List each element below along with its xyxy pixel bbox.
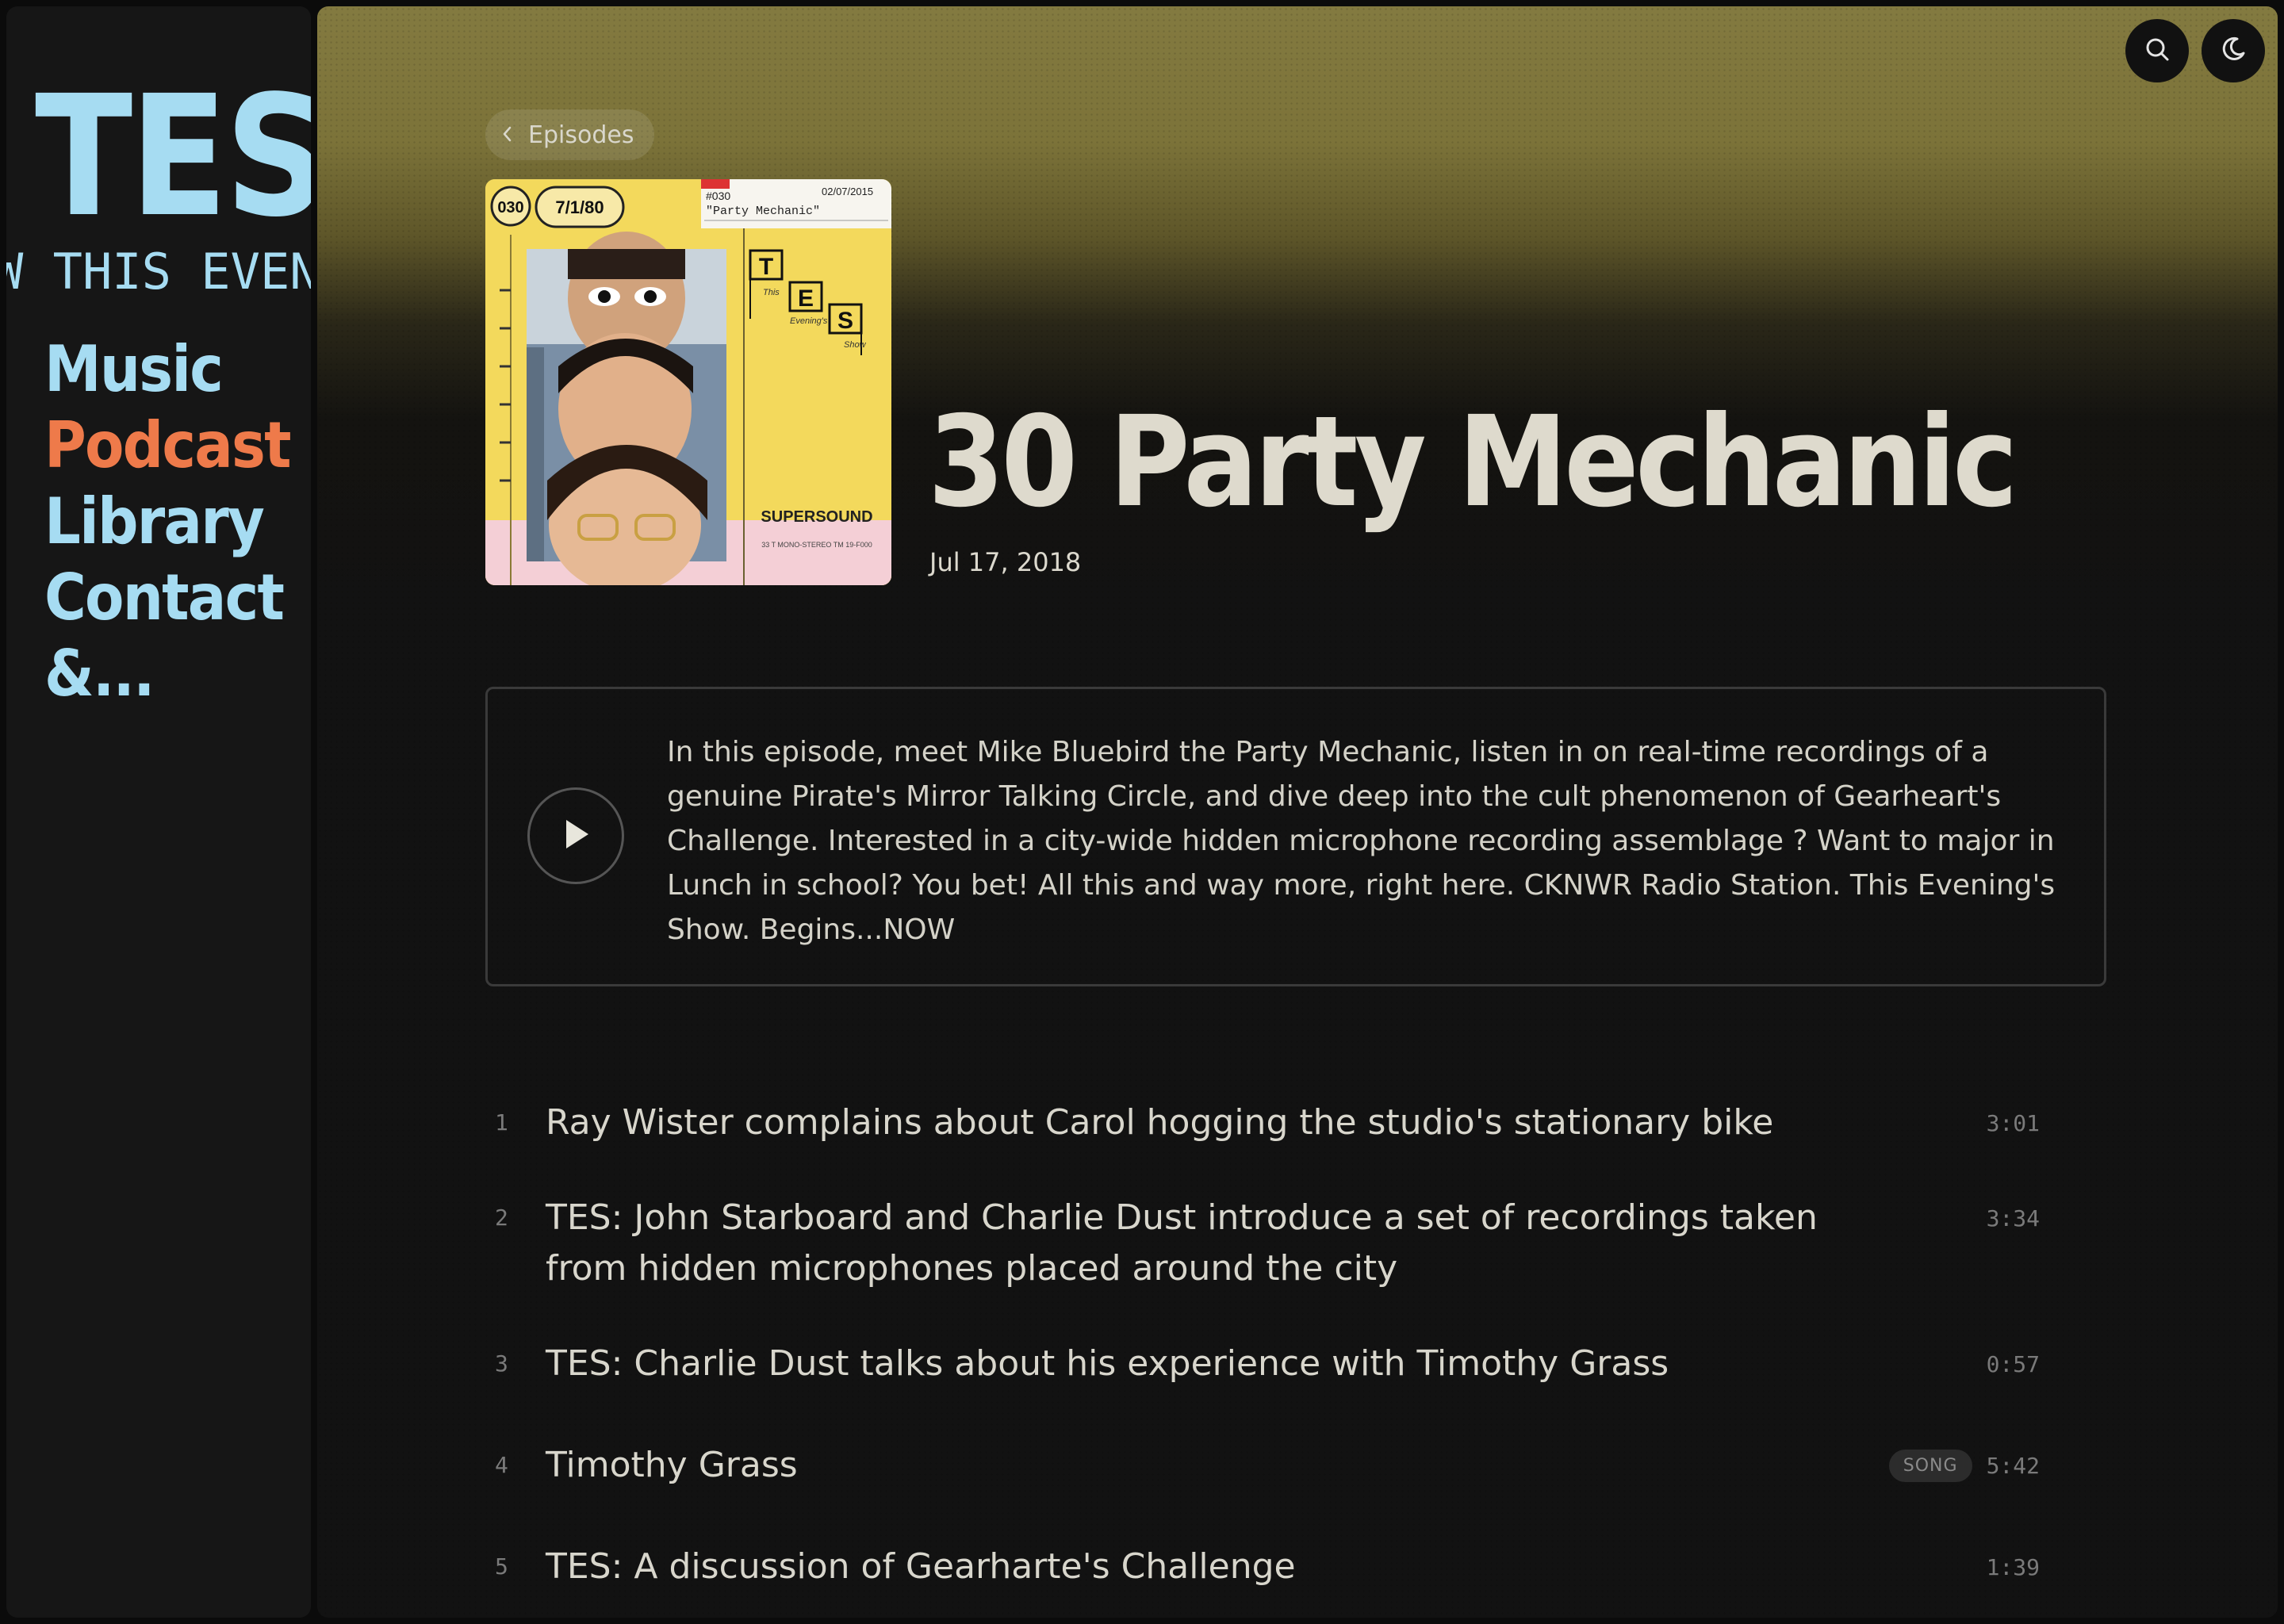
cover-brand: SUPERSOUND <box>761 508 872 526</box>
track-row[interactable]: 1 Ray Wister complains about Carol hoggi… <box>485 1097 2040 1148</box>
site-logo[interactable]: TES W THIS EVEN <box>6 59 311 308</box>
sidebar: TES W THIS EVEN Music Podcast Library Co… <box>6 6 311 1618</box>
chevron-left-icon <box>501 121 514 149</box>
episode-description: In this episode, meet Mike Bluebird the … <box>667 736 2056 946</box>
cover-logo-letter-t: T <box>759 254 773 280</box>
back-to-episodes-button[interactable]: Episodes <box>485 109 655 160</box>
main-panel: Episodes 030 7/1/80 #030 02/07/2015 "Par… <box>317 6 2278 1618</box>
track-duration: 1:39 <box>1986 1553 2040 1580</box>
cover-small-print: 33 T MONO-STEREO TM 19-F000 <box>761 541 872 549</box>
play-icon <box>560 817 592 855</box>
cover-logo-word-evening: Evening's <box>790 316 828 326</box>
moon-icon <box>2220 36 2247 66</box>
song-badge: SONG <box>1888 1449 1972 1482</box>
cover-logo-word-this: This <box>763 288 780 297</box>
track-row[interactable]: 5 TES: A discussion of Gearharte's Chall… <box>485 1542 2040 1592</box>
track-row[interactable]: 3 TES: Charlie Dust talks about his expe… <box>485 1339 2040 1389</box>
cover-badge-date: 7/1/80 <box>555 197 604 217</box>
track-title: TES: John Starboard and Charlie Dust int… <box>546 1197 1818 1289</box>
track-list: 1 Ray Wister complains about Carol hoggi… <box>485 1097 2040 1592</box>
cover-label-number: #030 <box>706 190 730 202</box>
play-button[interactable] <box>527 787 624 884</box>
track-title: TES: A discussion of Gearharte's Challen… <box>546 1546 1296 1587</box>
cover-label-title: "Party Mechanic" <box>706 205 820 218</box>
cover-logo-word-show: Show <box>844 340 867 350</box>
episode-date: Jul 17, 2018 <box>929 547 1082 577</box>
theme-toggle-button[interactable] <box>2202 19 2265 82</box>
track-title: Ray Wister complains about Carol hogging… <box>546 1102 1774 1143</box>
track-meta: SONG 5:42 <box>1834 1440 2040 1491</box>
track-meta: 1:39 <box>1834 1542 2040 1592</box>
search-button[interactable] <box>2125 19 2189 82</box>
track-title: Timothy Grass <box>546 1445 798 1485</box>
track-number: 4 <box>495 1452 508 1478</box>
track-number: 1 <box>495 1109 508 1136</box>
track-title: TES: Charlie Dust talks about his experi… <box>546 1343 1669 1384</box>
track-meta: 3:34 <box>1834 1193 2040 1243</box>
track-duration: 5:42 <box>1986 1452 2040 1479</box>
track-row[interactable]: 4 Timothy Grass SONG 5:42 <box>485 1440 2040 1491</box>
search-icon <box>2144 36 2171 66</box>
cover-label-date: 02/07/2015 <box>822 186 873 197</box>
cover-logo-letter-s: S <box>837 308 853 334</box>
track-duration: 3:01 <box>1986 1109 2040 1136</box>
back-label: Episodes <box>528 121 634 149</box>
episode-title: 30 Party Mechanic <box>928 389 2018 535</box>
cover-badge-number: 030 <box>497 199 523 216</box>
track-number: 2 <box>495 1205 508 1231</box>
track-row[interactable]: 2 TES: John Starboard and Charlie Dust i… <box>485 1193 2040 1294</box>
cover-logo-letter-e: E <box>798 285 814 312</box>
nav-item-library[interactable]: Library <box>44 484 290 560</box>
episode-description-card: In this episode, meet Mike Bluebird the … <box>485 687 2106 986</box>
track-meta: 3:01 <box>1834 1097 2040 1148</box>
track-duration: 0:57 <box>1986 1350 2040 1377</box>
track-duration: 3:34 <box>1986 1205 2040 1231</box>
logo-wordmark: TES <box>35 59 311 254</box>
episode-cover-art: 030 7/1/80 #030 02/07/2015 "Party Mechan… <box>485 179 891 585</box>
nav-item-more[interactable]: &... <box>44 636 290 712</box>
track-number: 5 <box>495 1553 508 1580</box>
track-meta: 0:57 <box>1834 1339 2040 1389</box>
main-nav: Music Podcast Library Contact &... <box>44 331 311 712</box>
track-number: 3 <box>495 1350 508 1377</box>
logo-subtitle: W THIS EVEN <box>6 243 311 301</box>
nav-item-contact[interactable]: Contact <box>44 560 290 636</box>
nav-item-music[interactable]: Music <box>44 331 290 408</box>
nav-item-podcast[interactable]: Podcast <box>44 408 292 484</box>
